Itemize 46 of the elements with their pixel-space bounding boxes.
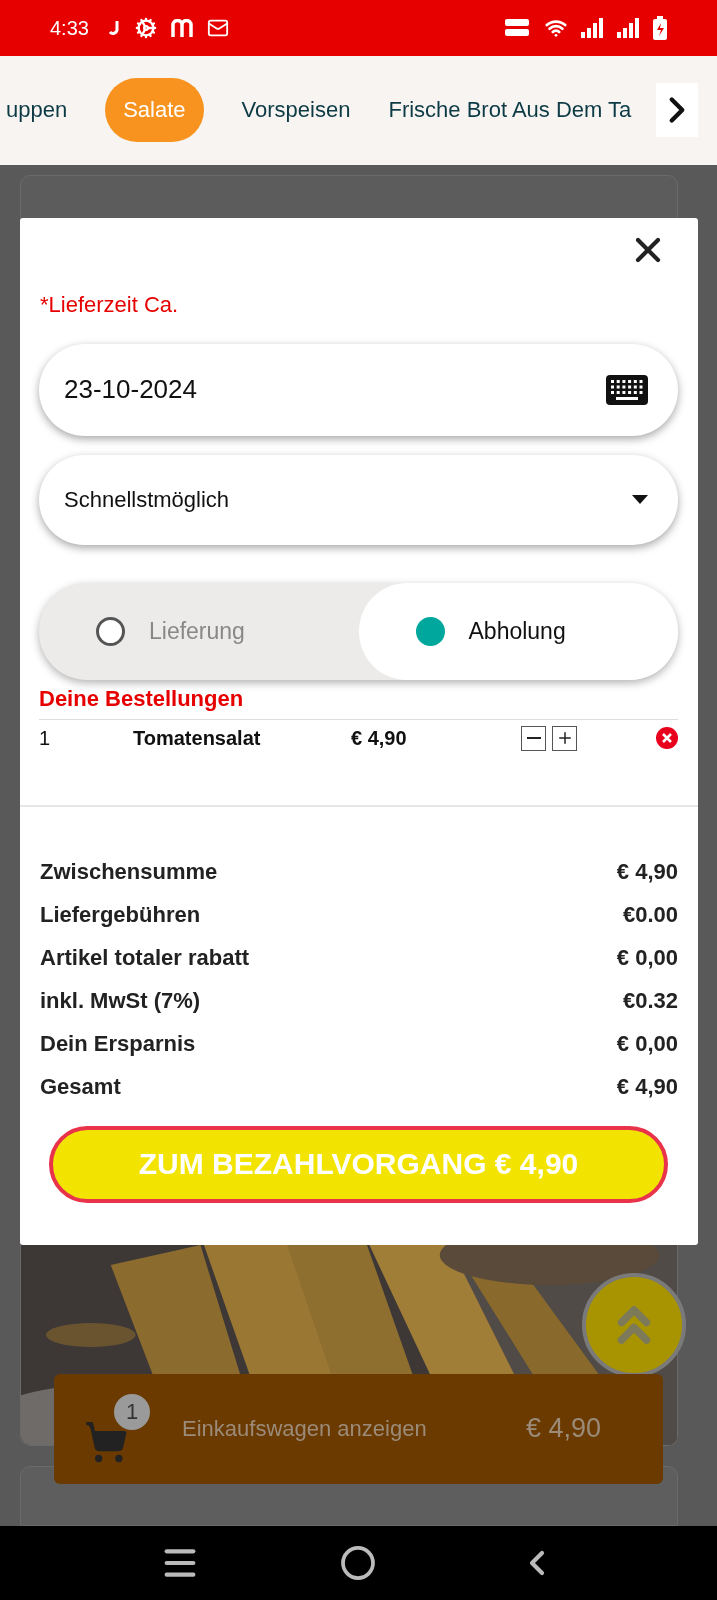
category-tab[interactable]: Frische Brot Aus Dem Ta	[388, 78, 632, 143]
remove-icon	[656, 727, 678, 749]
cart-label: Einkaufswagen anzeigen	[182, 1415, 427, 1442]
status-time: 4:33	[50, 16, 89, 40]
date-field[interactable]: 23-10-2024	[39, 343, 678, 436]
next-button[interactable]	[656, 83, 698, 138]
summary-value: € 4,90	[616, 1073, 678, 1100]
summary-value: € 0,00	[616, 944, 678, 971]
gear-icon	[134, 17, 157, 40]
cart-icon	[84, 1419, 128, 1464]
order-type-option[interactable]: Abholung	[358, 582, 678, 680]
summary-value: €0.00	[622, 901, 678, 928]
cart-badge: 1	[114, 1393, 150, 1430]
summary-label: Zwischensumme	[40, 858, 218, 885]
delivery-time-label: *Lieferzeit Ca.	[40, 291, 180, 318]
time-select[interactable]: Schnellstmöglich	[39, 454, 678, 545]
order-qty: 1	[39, 726, 52, 750]
summary-label: Gesamt	[40, 1073, 121, 1100]
decrease-button[interactable]	[521, 725, 546, 751]
keyboard-icon	[606, 374, 648, 405]
order-price: € 4,90	[351, 726, 408, 750]
minus-icon	[526, 737, 541, 739]
cart-total: € 4,90	[525, 1413, 601, 1444]
orders-title: Deine Bestellungen	[39, 685, 245, 712]
summary-value: €0.32	[622, 987, 678, 1014]
summary-value: € 4,90	[616, 858, 678, 885]
caret-icon	[632, 495, 648, 504]
remove-button[interactable]	[656, 727, 678, 749]
home-button[interactable]	[340, 1544, 377, 1581]
order-name: Tomatensalat	[133, 726, 262, 750]
category-tab[interactable]: Vorspeisen	[241, 78, 351, 143]
summary-label: Liefergebühren	[40, 901, 201, 928]
arch-icon	[170, 19, 193, 38]
category-tab[interactable]: uppen	[6, 78, 68, 143]
summary-label: inkl. MwSt (7%)	[40, 987, 201, 1014]
increase-button[interactable]	[552, 725, 577, 751]
summary-value: € 0,00	[616, 1030, 678, 1057]
home-icon	[340, 1544, 377, 1581]
cart-bar[interactable]: 1 Einkaufswagen anzeigen € 4,90	[54, 1373, 663, 1484]
signal-icon	[617, 18, 639, 39]
summary-label: Artikel totaler rabatt	[40, 944, 250, 971]
signal-icon	[581, 18, 603, 39]
wifi-icon	[545, 17, 567, 40]
battery-icon	[653, 16, 667, 41]
summary-label: Dein Ersparnis	[40, 1030, 196, 1057]
hook-icon	[108, 20, 121, 37]
